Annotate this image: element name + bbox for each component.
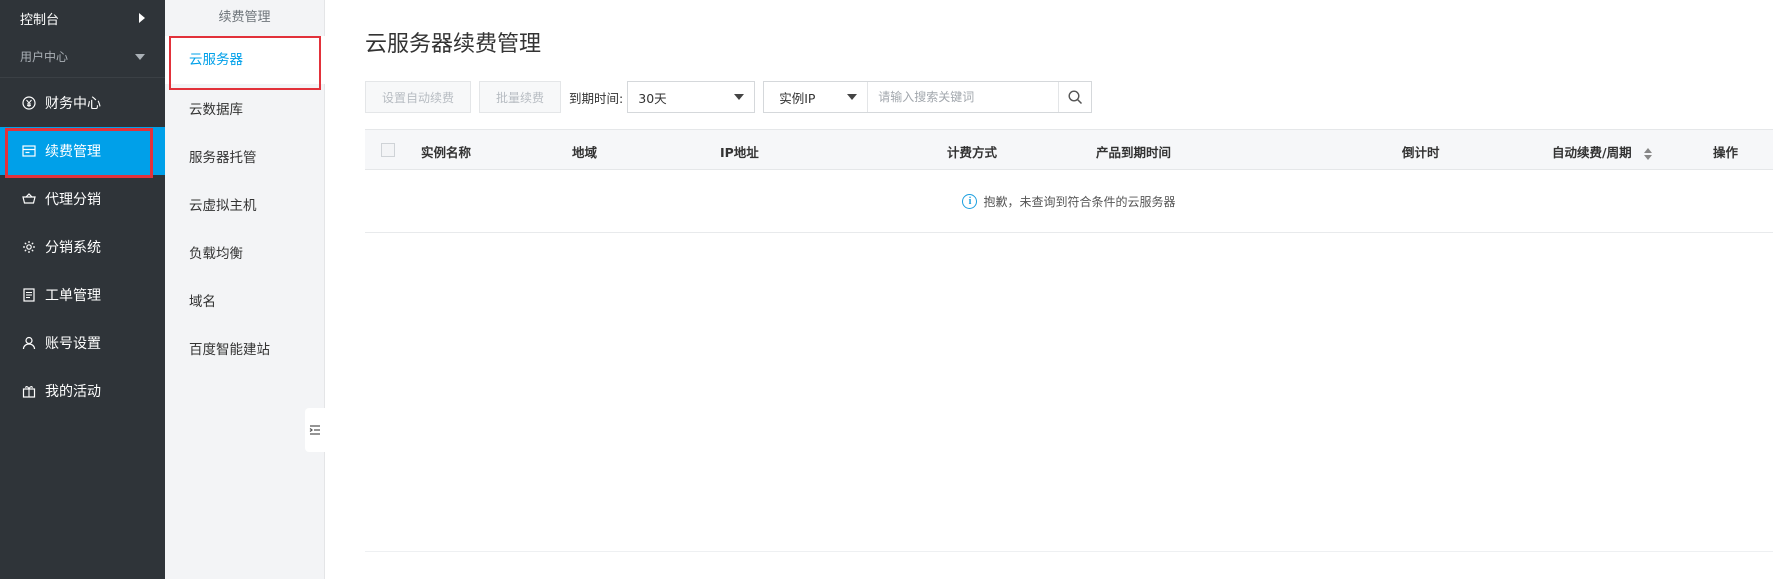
empty-message: 抱歉，未查询到符合条件的云服务器 [983, 194, 1176, 209]
sidebar-item-label: 财务中心 [45, 96, 101, 112]
column-header-auto-renew[interactable]: 自动续费/周期 [1552, 142, 1652, 161]
column-header: 操作 [1713, 145, 1739, 160]
chevron-down-icon [734, 94, 745, 100]
batch-renew-button[interactable]: 批量续费 [479, 81, 562, 113]
sidebar-item-finance[interactable]: 财务中心 [0, 79, 165, 127]
subnav-item-label: 域名 [189, 294, 216, 310]
user-center-toggle[interactable]: 用户中心 [0, 36, 165, 78]
sidebar-item-distribution[interactable]: 分销系统 [0, 223, 165, 271]
subnav-item-label: 百度智能建站 [189, 342, 270, 358]
column-header-label: 自动续费/周期 [1552, 145, 1632, 160]
sidebar-item-label: 我的活动 [45, 384, 101, 400]
sidebar-item-label: 账号设置 [45, 336, 101, 352]
chevron-down-icon [847, 94, 858, 100]
sidebar-item-account[interactable]: 账号设置 [0, 319, 165, 367]
subnav-item-load-balancer[interactable]: 负载均衡 [165, 230, 325, 278]
subnav-item-cloud-server[interactable]: 云服务器 [165, 36, 325, 90]
subnav-item-label: 云数据库 [189, 102, 243, 118]
subnav-item-label: 云虚拟主机 [189, 198, 257, 214]
subnav-item-site-builder[interactable]: 百度智能建站 [165, 326, 325, 374]
main-content: 云服务器续费管理 设置自动续费 批量续费 到期时间: 30天 实例IP 实例名称… [365, 0, 1773, 579]
sidebar-item-label: 工单管理 [45, 288, 101, 304]
subnav-item-cloud-database[interactable]: 云数据库 [165, 86, 325, 134]
column-header: 计费方式 [947, 145, 998, 160]
user-icon [22, 336, 36, 350]
column-header: IP地址 [720, 145, 759, 160]
highlight-box [169, 36, 321, 90]
column-header: 倒计时 [1402, 145, 1440, 160]
search-type-select[interactable]: 实例IP [764, 82, 869, 112]
expire-value: 30天 [638, 90, 667, 106]
search-input[interactable] [868, 82, 1059, 112]
search-button[interactable] [1058, 82, 1091, 112]
sidebar-item-renewal[interactable]: 续费管理 [0, 127, 165, 178]
sidebar-item-tickets[interactable]: 工单管理 [0, 271, 165, 319]
subnav-item-virtual-host[interactable]: 云虚拟主机 [165, 182, 325, 230]
collapse-menu-icon [309, 425, 320, 435]
column-header: 产品到期时间 [1096, 145, 1172, 160]
expire-select[interactable]: 30天 [627, 81, 756, 113]
subnav-item-domain[interactable]: 域名 [165, 278, 325, 326]
table-header: 实例名称 地域 IP地址 计费方式 产品到期时间 倒计时 自动续费/周期 操作 [365, 129, 1773, 170]
sidebar-item-activities[interactable]: 我的活动 [0, 367, 165, 415]
user-center-label: 用户中心 [20, 50, 69, 64]
sort-icon [1643, 147, 1652, 160]
console-label: 控制台 [20, 12, 60, 28]
subnav-item-hosting[interactable]: 服务器托管 [165, 134, 325, 182]
subnav-title: 续费管理 [218, 10, 271, 25]
collapse-subnav-button[interactable] [305, 408, 325, 452]
toolbar: 设置自动续费 批量续费 到期时间: 30天 实例IP [365, 81, 1093, 113]
select-all-checkbox[interactable] [381, 143, 395, 157]
column-header: 实例名称 [421, 145, 472, 160]
divider [365, 551, 1773, 552]
sidebar-item-label: 分销系统 [45, 240, 101, 256]
gear-icon [23, 241, 35, 253]
basket-icon [22, 193, 36, 204]
empty-state: i 抱歉，未查询到符合条件的云服务器 [365, 170, 1773, 233]
chevron-right-icon [139, 13, 145, 23]
console-link[interactable]: 控制台 [0, 0, 165, 36]
yen-coin-icon [22, 96, 36, 110]
main-sidebar: 控制台 用户中心 财务中心 续费管理 代理分销 分销系统 工单管理 账号设置 我… [0, 0, 165, 579]
subnav-item-label: 服务器托管 [189, 150, 257, 166]
renewal-subnav: 续费管理 云服务器 云数据库 服务器托管 云虚拟主机 负载均衡 域名 百度智能建… [165, 0, 325, 579]
sidebar-item-agent[interactable]: 代理分销 [0, 175, 165, 223]
subnav-item-label: 负载均衡 [189, 246, 243, 262]
info-icon: i [962, 193, 978, 209]
column-header: 地域 [572, 145, 598, 160]
document-icon [23, 288, 35, 302]
search-icon [1068, 89, 1082, 104]
highlight-box [5, 128, 153, 178]
chevron-down-icon [135, 53, 145, 60]
expire-label: 到期时间: [569, 90, 624, 106]
auto-renew-button[interactable]: 设置自动续费 [365, 81, 472, 113]
page-title: 云服务器续费管理 [365, 32, 542, 57]
renewal-table: 实例名称 地域 IP地址 计费方式 产品到期时间 倒计时 自动续费/周期 操作 … [365, 129, 1773, 233]
search-type-value: 实例IP [779, 90, 816, 106]
gift-icon [22, 386, 36, 398]
sidebar-item-label: 代理分销 [45, 192, 101, 208]
search-box: 实例IP [763, 81, 1093, 113]
